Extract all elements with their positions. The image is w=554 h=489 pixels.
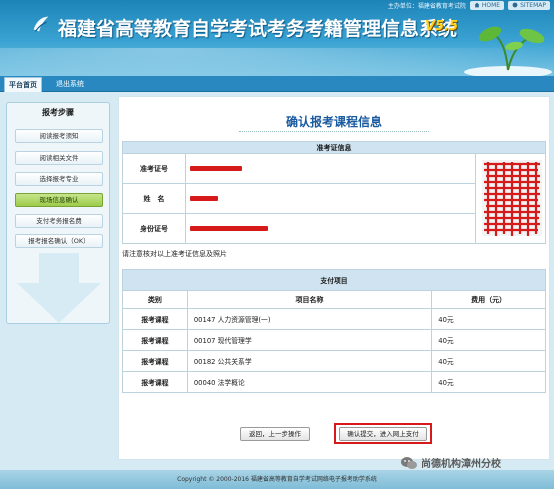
site-title: 福建省高等教育自学考试考务考籍管理信息系统 bbox=[58, 18, 458, 40]
tab-home[interactable]: 平台首页 bbox=[4, 77, 42, 92]
table-row: 准考证号 bbox=[122, 153, 546, 244]
column-header-category: 类别 bbox=[122, 290, 188, 309]
host-unit-text: 主办单位：福建省教育考试院 bbox=[387, 2, 466, 10]
row-category: 报考课程 bbox=[122, 371, 188, 393]
submit-payment-button[interactable]: 确认提交，进入网上支付 bbox=[339, 427, 427, 441]
redaction-mark bbox=[190, 226, 268, 231]
back-button[interactable]: 返回，上一步操作 bbox=[240, 427, 310, 441]
row-category: 报考课程 bbox=[122, 329, 188, 351]
main-nav: 平台首页 退出系统 bbox=[0, 76, 554, 92]
sitemap-link[interactable]: SITEMAP bbox=[508, 0, 550, 10]
watermark: 尚德机构漳州分校 bbox=[400, 455, 501, 470]
redaction-mark bbox=[190, 196, 218, 201]
ticket-info-table: 准考证信息 准考证号 姓 名 身份证号 bbox=[122, 141, 546, 244]
id-number-label: 身份证号 bbox=[122, 213, 186, 244]
home-link[interactable]: HOME bbox=[469, 0, 505, 10]
row-fee: 40元 bbox=[431, 308, 546, 330]
row-item-name: 00040 法学概论 bbox=[186, 371, 433, 393]
step-pay-fee[interactable]: 支付考务报名费 bbox=[15, 214, 103, 228]
ticket-section-title: 准考证信息 bbox=[122, 141, 546, 154]
row-fee: 40元 bbox=[431, 350, 546, 372]
table-row: 报考课程 00040 法学概论 40元 bbox=[122, 371, 546, 393]
steps-heading: 报考步骤 bbox=[42, 108, 74, 117]
payment-section-title: 支付项目 bbox=[122, 269, 546, 291]
watermark-text: 尚德机构漳州分校 bbox=[421, 459, 501, 470]
main-panel: 确认报考课程信息 准考证信息 准考证号 姓 名 身份证号 请注意核对以上准考证信… bbox=[118, 96, 550, 460]
ticket-number-label: 准考证号 bbox=[122, 153, 186, 184]
step-final-confirm[interactable]: 报考报名确认（OK） bbox=[15, 234, 103, 248]
row-fee: 40元 bbox=[431, 329, 546, 351]
name-label: 姓 名 bbox=[122, 183, 186, 214]
column-header-fee: 费用（元） bbox=[431, 290, 546, 309]
payment-table: 支付项目 类别 项目名称 费用（元） 报考课程 00147 人力资源管理(一) … bbox=[122, 269, 546, 393]
row-item-name: 00107 现代管理学 bbox=[186, 329, 433, 351]
step-select-major[interactable]: 选择报考专业 bbox=[15, 172, 103, 186]
step-read-docs[interactable]: 阅读相关文件 bbox=[15, 151, 103, 165]
row-item-name: 00182 公共关系学 bbox=[186, 350, 433, 372]
row-category: 报考课程 bbox=[122, 350, 188, 372]
page-title: 确认报考课程信息 bbox=[285, 115, 382, 129]
site-footer: Copyright © 2000-2016 福建省高等教育自学考试网络电子报考助… bbox=[0, 470, 554, 489]
home-link-label: HOME bbox=[481, 1, 501, 9]
id-number-value bbox=[185, 213, 476, 244]
verify-notice: 请注意核对以上准考证信息及照片 bbox=[122, 250, 227, 258]
redaction-mark bbox=[190, 166, 242, 171]
photo-cell bbox=[475, 153, 546, 244]
row-category: 报考课程 bbox=[122, 308, 188, 330]
exam-logo-icon bbox=[33, 16, 49, 32]
plant-decoration-icon bbox=[464, 26, 552, 76]
photo-redaction-icon bbox=[482, 160, 542, 236]
version-badge: V5.5 bbox=[425, 19, 459, 34]
title-divider bbox=[239, 131, 429, 132]
sitemap-link-label: SITEMAP bbox=[520, 1, 546, 9]
steps-sidebar: 报考步骤 阅读报考须知 阅读相关文件 选择报考专业 现场信息确认 支付考务报名费… bbox=[6, 102, 110, 324]
ticket-number-value bbox=[185, 153, 476, 184]
table-row: 报考课程 00147 人力资源管理(一) 40元 bbox=[122, 308, 546, 330]
table-row: 报考课程 00182 公共关系学 40元 bbox=[122, 350, 546, 372]
site-header: 主办单位：福建省教育考试院 HOME SITEMAP 福建省高等教育自学考试考务… bbox=[0, 0, 554, 76]
wechat-icon bbox=[401, 456, 417, 469]
step-onsite-confirm[interactable]: 现场信息确认 bbox=[15, 193, 103, 207]
table-row: 报考课程 00107 现代管理学 40元 bbox=[122, 329, 546, 351]
tab-logout[interactable]: 退出系统 bbox=[52, 77, 88, 92]
name-value bbox=[185, 183, 476, 214]
row-item-name: 00147 人力资源管理(一) bbox=[186, 308, 433, 330]
top-links: 主办单位：福建省教育考试院 HOME SITEMAP bbox=[388, 0, 550, 10]
home-icon bbox=[474, 2, 480, 8]
step-read-notice[interactable]: 阅读报考须知 bbox=[15, 129, 103, 143]
column-header-item-name: 项目名称 bbox=[186, 290, 433, 309]
sitemap-icon bbox=[512, 2, 518, 8]
down-arrow-decoration-icon bbox=[17, 253, 101, 323]
row-fee: 40元 bbox=[431, 371, 546, 393]
